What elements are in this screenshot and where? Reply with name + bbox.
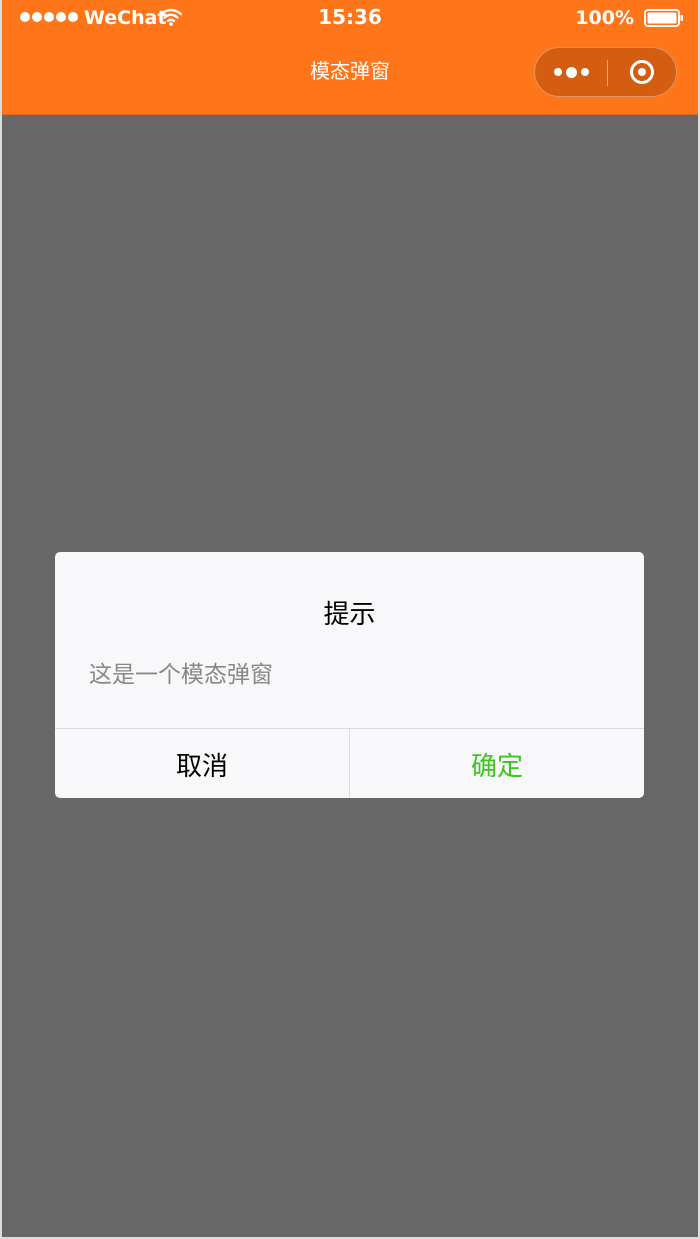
modal-title: 提示: [323, 600, 376, 630]
navigation-bar: 模态弹窗: [2, 36, 698, 115]
battery-percentage: 100%: [575, 7, 634, 29]
battery-icon: [644, 9, 683, 27]
modal-footer: 取消 确定: [55, 728, 644, 798]
more-icon[interactable]: [535, 48, 607, 96]
status-bar: WeChat 15:36 100%: [2, 0, 698, 36]
phone-screen: WeChat 15:36 100% 模态弹窗 提示 这是一个模态弹窗 取消 确定: [2, 0, 698, 1237]
modal-dialog: 提示 这是一个模态弹窗 取消 确定: [55, 552, 644, 798]
close-icon[interactable]: [608, 48, 676, 96]
cancel-button[interactable]: 取消: [55, 729, 350, 798]
modal-content: 这是一个模态弹窗: [89, 662, 273, 688]
capsule-menu: [534, 47, 677, 97]
confirm-button[interactable]: 确定: [350, 729, 644, 798]
